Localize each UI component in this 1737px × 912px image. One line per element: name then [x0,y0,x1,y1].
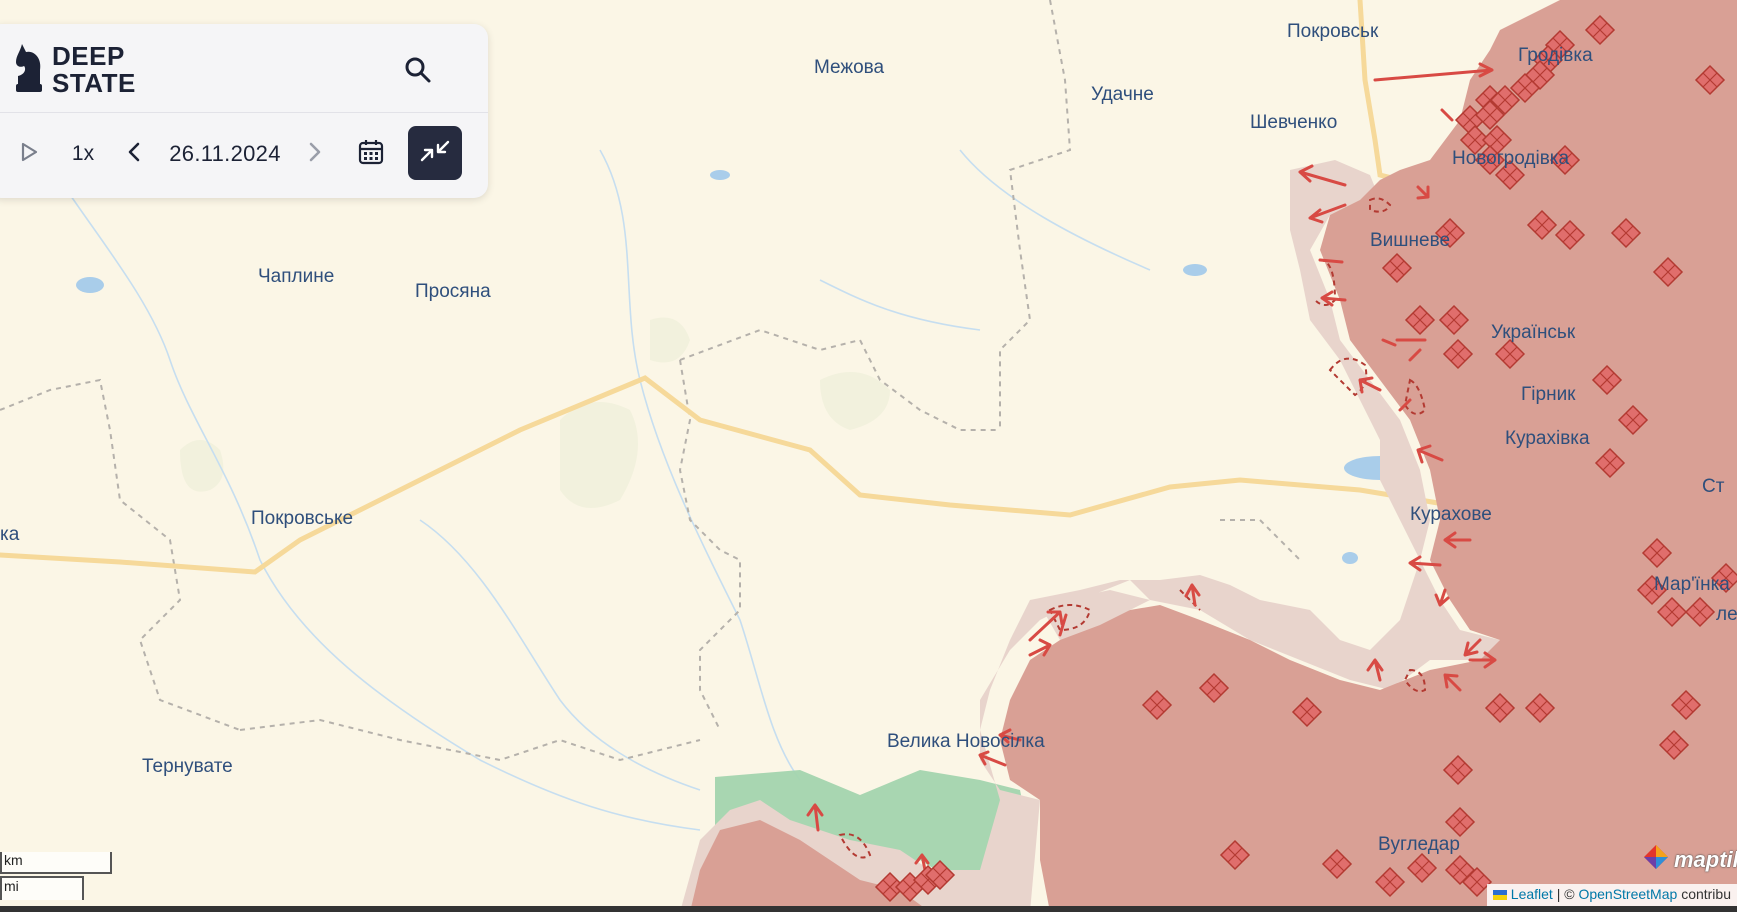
place-marinka: Мар'їнка [1654,574,1730,595]
place-ternuvate: Тернувате [142,756,233,777]
map-attribution: Leaflet | © OpenStreetMap contribu [1486,884,1737,906]
place-kurakhivka: Курахівка [1505,428,1590,449]
place-prosiana: Просяна [415,281,491,302]
speed-button[interactable]: 1x [63,134,103,174]
leaflet-link[interactable]: Leaflet [1511,886,1553,902]
place-vuhledar: Вугледар [1378,834,1460,855]
brand-line-1: DEEP [52,41,125,71]
attribution-contrib: contribu [1681,886,1731,902]
chevron-left-icon [127,142,141,167]
scale-bar-mi: mi [0,876,84,900]
place-vyshneve: Вишневе [1370,230,1450,251]
search-button[interactable] [398,52,438,92]
place-pokrovske: Покровське [251,508,353,529]
calendar-button[interactable] [353,134,389,174]
timeline-panel: DEEP STATE 1x 26.11.2024 [0,24,488,198]
collapse-arrows-icon [420,140,450,167]
calendar-icon [358,139,384,170]
collapse-panel-button[interactable] [408,126,462,180]
panel-divider [0,112,488,113]
place-udachne: Удачне [1091,84,1154,105]
timeline-controls: 1x 26.11.2024 [0,116,488,196]
window-bottom-edge [0,906,1737,912]
place-chapline: Чаплине [258,266,334,287]
maptiler-label: maptiler [1674,847,1737,872]
place-hirnyk: Гірник [1521,384,1576,405]
current-date[interactable]: 26.11.2024 [160,134,290,174]
place-pokrovsk: Покровськ [1287,21,1379,42]
maptiler-icon [1642,843,1670,877]
maptiler-logo[interactable]: maptiler [1642,843,1737,877]
prev-date-button[interactable] [119,134,149,174]
brand-logo[interactable]: DEEP STATE [14,40,136,100]
place-kurakhove: Курахове [1410,504,1492,525]
place-stepove: Ст [1702,476,1725,497]
play-icon [20,142,38,167]
place-ukrainsk: Українськ [1491,322,1576,343]
osm-link[interactable]: OpenStreetMap [1578,886,1677,902]
scale-bar-km: km [0,852,112,874]
search-icon [404,56,432,89]
next-date-button[interactable] [300,134,330,174]
place-hrodivka: Гродівка [1518,45,1593,66]
attribution-separator: | © [1556,886,1575,902]
place-novohrodivka: Новогродівка [1452,148,1570,169]
brand-line-2: STATE [52,68,136,98]
place-velyka-novosilka: Велика Новосілка [887,731,1045,752]
ukraine-flag-icon [1492,890,1507,901]
brand-wordmark: DEEP STATE [52,43,136,97]
place-mezhova: Межова [814,57,885,78]
chevron-right-icon [308,142,322,167]
place-shevchenko: Шевченко [1250,112,1337,133]
place-ka: ка [0,524,20,545]
place-le: ле [1716,604,1737,625]
knight-icon [14,42,44,99]
play-button[interactable] [14,134,44,174]
